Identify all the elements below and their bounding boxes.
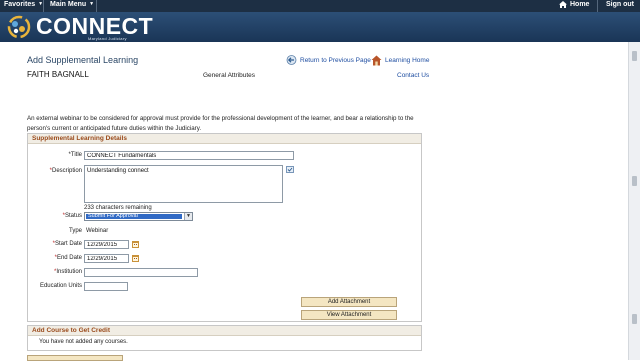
contact-us-link[interactable]: Contact Us	[397, 72, 429, 79]
learner-name: FAITH BAGNALL	[27, 70, 89, 79]
sign-out-link[interactable]: Sign out	[606, 1, 634, 8]
description-textarea[interactable]: Understanding connect	[84, 165, 283, 203]
status-select[interactable]: Submit For Approval ▼	[84, 212, 193, 221]
characters-remaining: 233 characters remaining	[84, 205, 152, 211]
favorites-menu[interactable]: Favorites ▼	[4, 1, 43, 8]
calendar-icon[interactable]	[132, 241, 139, 248]
add-course-button[interactable]	[27, 355, 123, 361]
view-attachment-button[interactable]: View Attachment	[301, 310, 397, 320]
page-title: Add Supplemental Learning	[27, 55, 139, 65]
type-value: Webinar	[86, 228, 109, 234]
no-courses-message: You have not added any courses.	[39, 339, 128, 345]
main-menu-label: Main Menu	[50, 1, 87, 8]
start-date-label: *Start Date	[52, 241, 82, 247]
section-header: Supplemental Learning Details	[28, 134, 421, 144]
nav-divider	[43, 0, 44, 12]
sign-out-label: Sign out	[606, 1, 634, 8]
nav-divider	[96, 0, 97, 12]
home-label: Home	[570, 1, 590, 8]
main-menu[interactable]: Main Menu ▼	[50, 1, 94, 8]
home-link[interactable]: Home	[559, 1, 589, 8]
dropdown-arrow-icon: ▼	[184, 213, 192, 220]
start-date-input[interactable]	[84, 240, 129, 249]
home-icon	[559, 1, 567, 8]
end-date-label: *End Date	[54, 255, 82, 261]
nav-divider	[597, 0, 598, 12]
education-units-input[interactable]	[84, 282, 128, 291]
type-label: Type	[68, 228, 82, 234]
institution-label: *Institution	[53, 269, 82, 275]
caret-down-icon: ▼	[89, 1, 95, 7]
end-date-input[interactable]	[84, 254, 129, 263]
vertical-scrollbar[interactable]	[628, 42, 640, 360]
intro-text: An external webinar to be considered for…	[27, 115, 414, 132]
institution-input[interactable]	[84, 268, 198, 277]
scroll-thumb[interactable]	[632, 176, 637, 186]
learning-home-label: Learning Home	[385, 56, 430, 64]
return-arrow-icon	[286, 55, 297, 65]
learning-home-icon	[371, 55, 382, 65]
education-units-label: Education Units	[39, 283, 82, 289]
brand-tagline: Maryland Judiciary	[88, 36, 127, 41]
title-label: *Title	[68, 152, 82, 158]
top-nav-bar: Favorites ▼ Main Menu ▼ Home Sign out	[0, 0, 640, 12]
calendar-icon[interactable]	[132, 255, 139, 262]
return-link-label: Return to Previous Page	[300, 56, 371, 64]
learning-home-link[interactable]: Learning Home	[371, 54, 429, 66]
add-attachment-button[interactable]: Add Attachment	[301, 297, 397, 307]
status-label: *Status	[62, 213, 82, 219]
description-label: *Description	[49, 168, 82, 174]
connect-logo-icon	[7, 15, 31, 39]
scroll-thumb[interactable]	[632, 314, 637, 324]
scroll-thumb[interactable]	[632, 51, 637, 61]
course-credit-section: Add Course to Get Credit	[27, 325, 422, 351]
general-attributes-label: General Attributes	[203, 72, 256, 79]
return-to-previous-page-link[interactable]: Return to Previous Page	[286, 54, 371, 66]
status-selected-value: Submit For Approval	[86, 213, 182, 219]
section-header: Add Course to Get Credit	[28, 326, 421, 336]
spellcheck-icon[interactable]	[286, 166, 294, 173]
favorites-label: Favorites	[4, 1, 36, 8]
title-input[interactable]	[84, 151, 294, 160]
